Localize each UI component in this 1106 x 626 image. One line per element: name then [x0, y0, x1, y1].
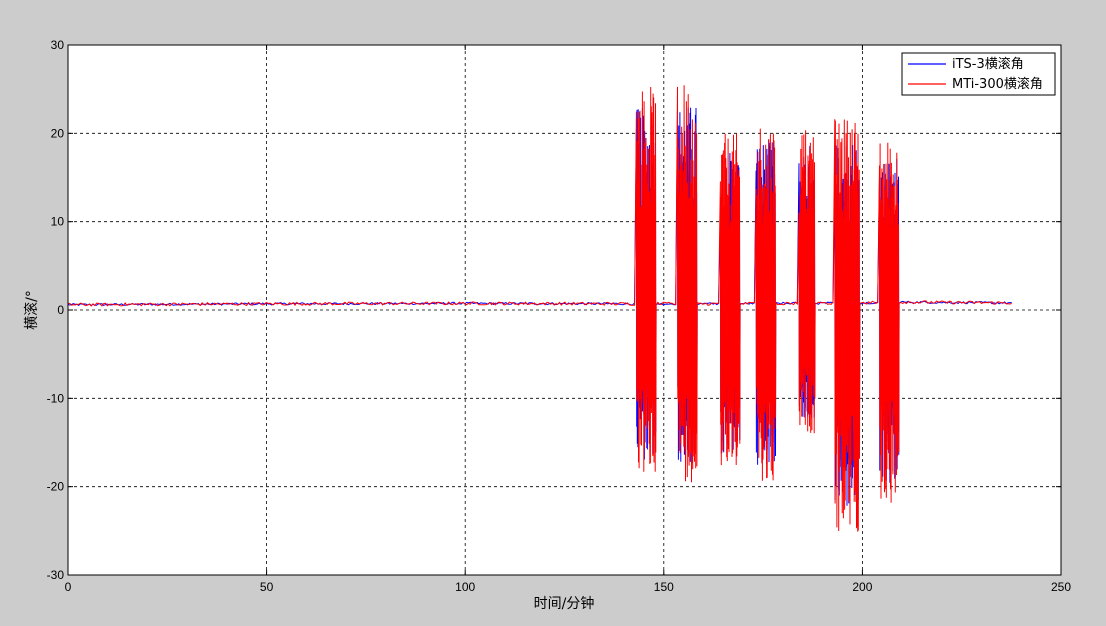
legend-label-its3: iTS-3横滚角 — [952, 56, 1024, 72]
chart: 0 50 100 150 200 250 -30 -20 -10 0 10 20 30 时间/分钟 横滚… — [23, 38, 1071, 612]
y-axis-label: 横滚/° — [23, 290, 40, 330]
x-tick-label: 100 — [455, 580, 475, 594]
x-axis-label: 时间/分钟 — [534, 595, 595, 612]
y-tick-label: -30 — [47, 568, 65, 582]
x-tick-label: 50 — [260, 580, 274, 594]
y-tick-label: 0 — [57, 303, 64, 317]
legend-label-mti300: MTi-300横滚角 — [952, 76, 1043, 92]
y-tick-label: 20 — [51, 126, 65, 140]
plot-area — [68, 45, 1061, 575]
legend: iTS-3横滚角 MTi-300横滚角 — [901, 52, 1056, 96]
y-tick-label: 10 — [51, 215, 65, 229]
y-tick-label: -10 — [47, 391, 65, 405]
x-tick-label: 150 — [654, 580, 674, 594]
y-tick-label: 30 — [51, 38, 65, 52]
y-tick-label: -20 — [47, 480, 65, 494]
x-tick-label: 200 — [852, 580, 872, 594]
x-tick-label: 0 — [65, 580, 72, 594]
x-tick-label: 250 — [1051, 580, 1071, 594]
